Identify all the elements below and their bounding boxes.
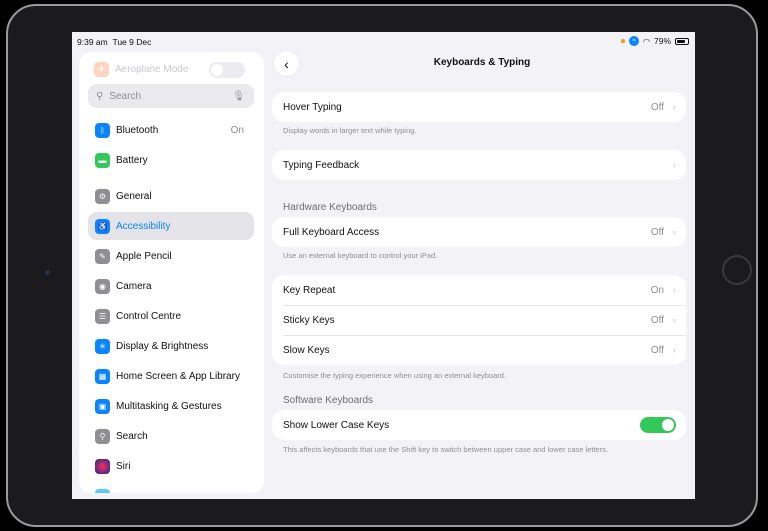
chevron-right-icon: › <box>672 226 676 238</box>
sidebar-item-apple-pencil[interactable]: ✎ Apple Pencil <box>88 242 254 270</box>
sidebar-item-camera[interactable]: ◉ Camera <box>88 272 254 300</box>
lower-case-keys-group: Show Lower Case Keys <box>272 410 686 440</box>
lower-case-keys-footnote: This affects keyboards that use the Shif… <box>283 445 609 454</box>
software-keyboards-header: Software Keyboards <box>283 395 374 406</box>
sidebar-item-general[interactable]: ⚙ General <box>88 182 254 210</box>
page-title: Keyboards & Typing <box>433 57 531 68</box>
screen: 9:39 am Tue 9 Dec ≈ ◠ 79% ✈ Aeroplane Mo… <box>72 32 695 499</box>
sidebar-item-bluetooth[interactable]: ᛒ Bluetooth On <box>88 116 254 144</box>
slow-keys-row[interactable]: Slow Keys Off › <box>272 335 686 365</box>
battery-icon <box>675 37 689 45</box>
sidebar-item-battery[interactable]: ▬ Battery <box>88 146 254 174</box>
camera-icon: ◉ <box>95 278 110 294</box>
typing-feedback-group: Typing Feedback › <box>272 150 686 180</box>
full-keyboard-access-footnote: Use an external keyboard to control your… <box>283 251 438 260</box>
status-bar: 9:39 am Tue 9 Dec ≈ ◠ 79% <box>72 32 695 50</box>
chevron-right-icon: › <box>672 344 676 356</box>
hover-typing-footnote: Display words in larger text while typin… <box>283 126 417 135</box>
front-camera <box>45 270 50 275</box>
multitasking-icon: ▣ <box>95 398 110 414</box>
status-time: 9:39 am Tue 9 Dec <box>77 37 152 47</box>
sticky-keys-row[interactable]: Sticky Keys Off › <box>272 305 686 335</box>
settings-sidebar: ✈ Aeroplane Mode ⚲ Search 🎙 ᛒ Bluetooth … <box>79 52 264 493</box>
hover-typing-group: Hover Typing Off › <box>272 92 686 122</box>
sidebar-item-accessibility[interactable]: ♿ Accessibility <box>88 212 254 240</box>
gear-icon: ⚙ <box>95 188 110 204</box>
show-lower-case-keys-toggle[interactable] <box>640 417 676 433</box>
sidebar-item-aeroplane-mode[interactable]: ✈ Aeroplane Mode <box>94 62 188 77</box>
battery-percent: 79% <box>653 36 671 46</box>
sidebar-item-home-screen[interactable]: ▦ Home Screen & App Library <box>88 362 254 390</box>
sidebar-item-siri[interactable]: Siri <box>88 452 254 480</box>
siri-waveform-icon: ≈ <box>629 36 639 46</box>
back-button[interactable]: ‹ <box>274 51 299 76</box>
key-settings-group: Key Repeat On › Sticky Keys Off › Slow K… <box>272 275 686 365</box>
hover-typing-row[interactable]: Hover Typing Off › <box>272 92 686 122</box>
home-screen-icon: ▦ <box>95 368 110 384</box>
pencil-icon: ✎ <box>95 248 110 264</box>
chevron-right-icon: › <box>672 284 676 296</box>
siri-icon <box>95 458 110 474</box>
accessibility-icon: ♿ <box>95 218 110 234</box>
sidebar-item-multitasking[interactable]: ▣ Multitasking & Gestures <box>88 392 254 420</box>
wallpaper-icon <box>95 488 110 493</box>
show-lower-case-keys-row: Show Lower Case Keys <box>272 410 686 440</box>
battery-icon: ▬ <box>95 152 110 168</box>
chevron-right-icon: › <box>672 101 676 113</box>
privacy-indicator-icon <box>621 39 625 43</box>
sun-icon: ☀ <box>95 338 110 354</box>
key-repeat-row[interactable]: Key Repeat On › <box>272 275 686 305</box>
sidebar-item-control-centre[interactable]: ☰ Control Centre <box>88 302 254 330</box>
hardware-keyboards-header: Hardware Keyboards <box>283 202 377 213</box>
sidebar-search-field[interactable]: ⚲ Search 🎙 <box>88 84 254 108</box>
full-keyboard-access-row[interactable]: Full Keyboard Access Off › <box>272 217 686 247</box>
wifi-icon: ◠ <box>643 36 650 46</box>
typing-feedback-row[interactable]: Typing Feedback › <box>272 150 686 180</box>
aeroplane-mode-toggle[interactable] <box>209 62 245 78</box>
search-placeholder: Search <box>109 90 142 102</box>
control-centre-icon: ☰ <box>95 308 110 324</box>
home-button[interactable] <box>722 255 752 285</box>
sidebar-item-partial[interactable] <box>88 482 254 493</box>
sidebar-item-search[interactable]: ⚲ Search <box>88 422 254 450</box>
chevron-left-icon: ‹ <box>284 55 289 72</box>
sidebar-item-display-brightness[interactable]: ☀ Display & Brightness <box>88 332 254 360</box>
chevron-right-icon: › <box>672 159 676 171</box>
full-keyboard-access-group: Full Keyboard Access Off › <box>272 217 686 247</box>
microphone-icon[interactable]: 🎙 <box>232 91 245 102</box>
chevron-right-icon: › <box>672 314 676 326</box>
hardware-keyboards-footnote: Customise the typing experience when usi… <box>283 371 507 380</box>
search-icon: ⚲ <box>95 428 110 444</box>
airplane-icon: ✈ <box>94 62 109 77</box>
search-icon: ⚲ <box>96 90 104 102</box>
bluetooth-icon: ᛒ <box>95 122 110 138</box>
